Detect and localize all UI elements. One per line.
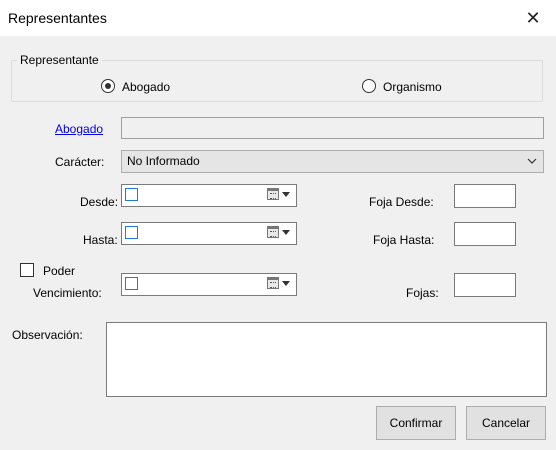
observacion-label: Observación: bbox=[12, 328, 83, 342]
calendar-icon bbox=[267, 226, 279, 238]
poder-label[interactable]: Poder bbox=[43, 264, 75, 278]
dropdown-arrow-icon bbox=[282, 192, 290, 197]
cancel-button[interactable]: Cancelar bbox=[466, 406, 546, 440]
poder-checkbox[interactable] bbox=[20, 263, 34, 277]
abogado-field bbox=[121, 117, 544, 139]
caracter-select[interactable]: No Informado bbox=[121, 150, 544, 173]
hasta-label: Hasta: bbox=[83, 233, 118, 247]
close-icon: ✕ bbox=[525, 7, 541, 28]
fojas-label: Fojas: bbox=[406, 286, 439, 300]
foja-hasta-input[interactable] bbox=[454, 222, 516, 246]
hasta-datepicker[interactable] bbox=[121, 222, 297, 245]
organismo-radio-label[interactable]: Organismo bbox=[383, 80, 442, 94]
caracter-selected-value: No Informado bbox=[127, 154, 200, 168]
vencimiento-datepicker[interactable] bbox=[121, 273, 297, 296]
cancel-button-label: Cancelar bbox=[481, 416, 531, 430]
chevron-down-icon bbox=[527, 151, 537, 180]
dropdown-arrow-icon bbox=[282, 281, 290, 286]
confirm-button[interactable]: Confirmar bbox=[376, 406, 456, 440]
calendar-icon bbox=[267, 277, 279, 289]
fojas-input[interactable] bbox=[454, 273, 516, 297]
title-bar: Representantes ✕ bbox=[0, 0, 556, 36]
abogado-radio-label[interactable]: Abogado bbox=[122, 80, 170, 94]
foja-desde-label: Foja Desde: bbox=[369, 195, 434, 209]
calendar-icon bbox=[267, 188, 279, 200]
hasta-enable-checkbox[interactable] bbox=[125, 226, 138, 239]
desde-datepicker[interactable] bbox=[121, 184, 297, 207]
vencimiento-calendar-button[interactable] bbox=[267, 276, 293, 291]
observacion-textarea[interactable] bbox=[106, 322, 547, 397]
caracter-label: Carácter: bbox=[55, 155, 105, 169]
hasta-calendar-button[interactable] bbox=[267, 225, 293, 240]
representante-group-legend: Representante bbox=[17, 53, 102, 67]
foja-desde-input[interactable] bbox=[454, 184, 516, 208]
foja-hasta-label: Foja Hasta: bbox=[373, 233, 435, 247]
desde-enable-checkbox[interactable] bbox=[125, 188, 138, 201]
organismo-radio[interactable] bbox=[362, 79, 376, 93]
desde-calendar-button[interactable] bbox=[267, 187, 293, 202]
vencimiento-label: Vencimiento: bbox=[33, 286, 102, 300]
dropdown-arrow-icon bbox=[282, 230, 290, 235]
confirm-button-label: Confirmar bbox=[389, 416, 443, 430]
window-title: Representantes bbox=[8, 10, 107, 26]
close-button[interactable]: ✕ bbox=[510, 0, 556, 36]
abogado-link[interactable]: Abogado bbox=[55, 122, 103, 136]
vencimiento-enable-checkbox[interactable] bbox=[125, 277, 138, 290]
abogado-radio[interactable] bbox=[101, 79, 115, 93]
desde-label: Desde: bbox=[80, 195, 119, 209]
